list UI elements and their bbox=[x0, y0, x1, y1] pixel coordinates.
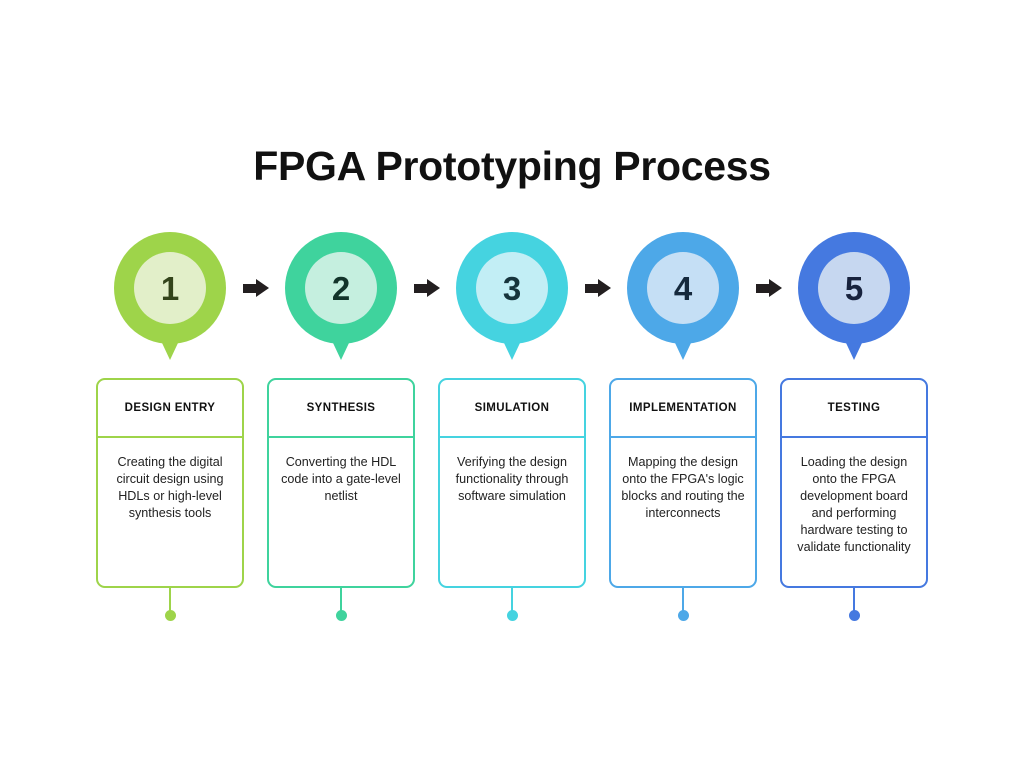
step-connector-dot-4 bbox=[677, 610, 689, 621]
marker-ring: 5 bbox=[798, 232, 910, 344]
marker-ring: 1 bbox=[114, 232, 226, 344]
marker-ring: 3 bbox=[456, 232, 568, 344]
step-card-description: Mapping the design onto the FPGA's logic… bbox=[621, 455, 745, 520]
step-connector-stem-1 bbox=[169, 588, 171, 611]
flow-arrow-icon-4 bbox=[756, 279, 782, 297]
step-marker-2[interactable]: 2 bbox=[285, 232, 397, 364]
step-card-1[interactable]: DESIGN ENTRY Creating the digital circuit… bbox=[96, 378, 244, 588]
step-connector-stem-3 bbox=[511, 588, 513, 611]
step-marker-3[interactable]: 3 bbox=[456, 232, 568, 364]
page-title: FPGA Prototyping Process bbox=[253, 143, 771, 189]
step-card-title: TESTING bbox=[782, 380, 926, 438]
step-markers-row: 1 2 3 4 5 bbox=[0, 232, 1024, 364]
step-number: 1 bbox=[134, 252, 206, 324]
diagram-canvas: FPGA Prototyping Process 1 2 3 4 5 DESIGN EN… bbox=[0, 0, 1024, 768]
step-card-description: Loading the design onto the FPGA develop… bbox=[797, 455, 911, 554]
step-marker-4[interactable]: 4 bbox=[627, 232, 739, 364]
step-card-title: IMPLEMENTATION bbox=[611, 380, 755, 438]
marker-ring: 2 bbox=[285, 232, 397, 344]
flow-arrow-icon-2 bbox=[414, 279, 440, 297]
arrow-head bbox=[598, 279, 611, 297]
flow-arrow-icon-1 bbox=[243, 279, 269, 297]
step-card-title: SYNTHESIS bbox=[269, 380, 413, 438]
step-card-title: DESIGN ENTRY bbox=[98, 380, 242, 438]
step-card-description: Creating the digital circuit design usin… bbox=[116, 455, 224, 520]
step-card-2[interactable]: SYNTHESIS Converting the HDL code into a … bbox=[267, 378, 415, 588]
step-connector-dot-1 bbox=[164, 610, 176, 621]
step-connector-stem-2 bbox=[340, 588, 342, 611]
step-number: 4 bbox=[647, 252, 719, 324]
step-card-3[interactable]: SIMULATION Verifying the design functiona… bbox=[438, 378, 586, 588]
step-connector-dot-2 bbox=[335, 610, 347, 621]
step-connector-dot-3 bbox=[506, 610, 518, 621]
step-card-description: Verifying the design functionality throu… bbox=[455, 455, 569, 503]
step-connector-stem-4 bbox=[682, 588, 684, 611]
step-card-description: Converting the HDL code into a gate-leve… bbox=[281, 455, 401, 503]
step-marker-5[interactable]: 5 bbox=[798, 232, 910, 364]
step-number: 5 bbox=[818, 252, 890, 324]
step-connector-stem-5 bbox=[853, 588, 855, 611]
arrow-head bbox=[769, 279, 782, 297]
step-number: 2 bbox=[305, 252, 377, 324]
arrow-head bbox=[427, 279, 440, 297]
step-number: 3 bbox=[476, 252, 548, 324]
arrow-head bbox=[256, 279, 269, 297]
step-connector-dot-5 bbox=[848, 610, 860, 621]
step-card-5[interactable]: TESTING Loading the design onto the FPGA … bbox=[780, 378, 928, 588]
step-card-4[interactable]: IMPLEMENTATION Mapping the design onto th… bbox=[609, 378, 757, 588]
marker-ring: 4 bbox=[627, 232, 739, 344]
step-card-title: SIMULATION bbox=[440, 380, 584, 438]
step-marker-1[interactable]: 1 bbox=[114, 232, 226, 364]
flow-arrow-icon-3 bbox=[585, 279, 611, 297]
